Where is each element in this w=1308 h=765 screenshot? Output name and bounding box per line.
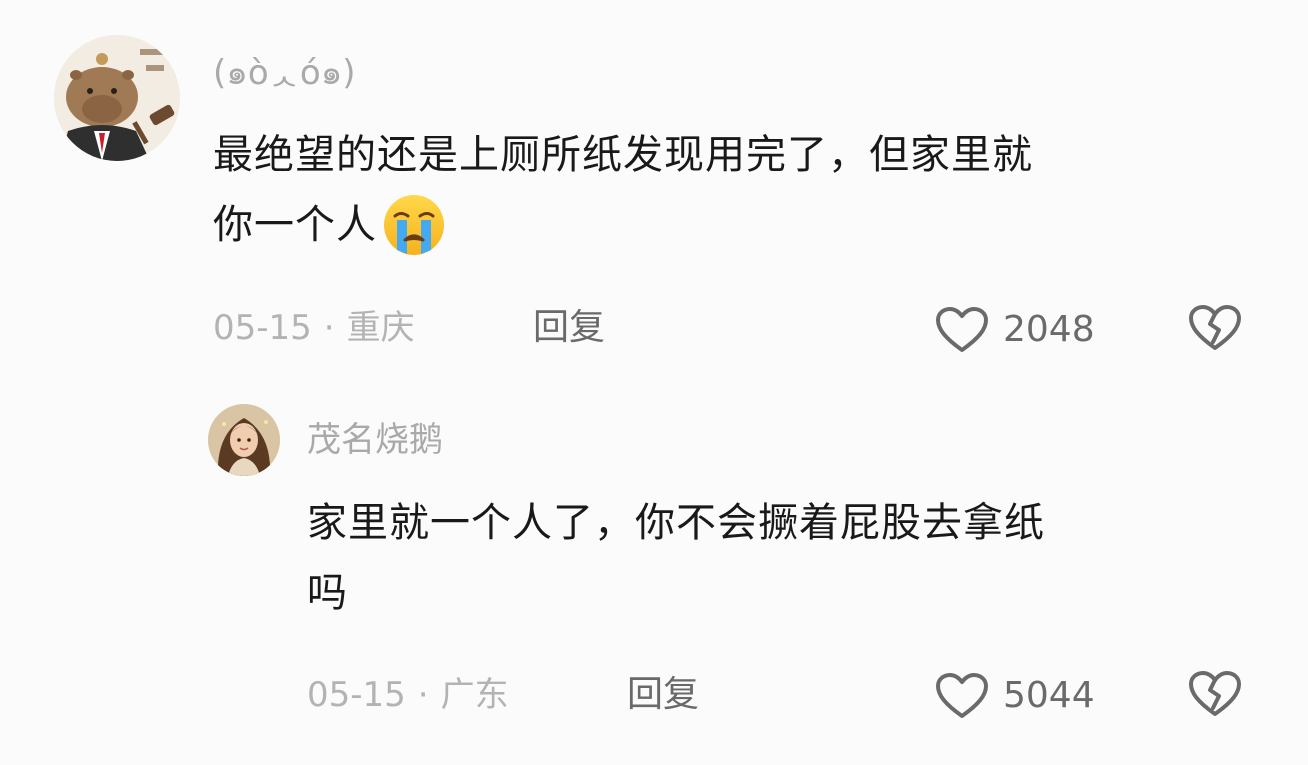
like-count: 2048 <box>1003 309 1095 350</box>
like-button[interactable]: 5044 <box>935 672 1095 720</box>
meta-separator: · <box>417 675 429 715</box>
reply-button[interactable]: 回复 <box>627 675 699 715</box>
broken-heart-icon <box>1189 305 1241 350</box>
comment-location: 重庆 <box>346 308 415 348</box>
heart-icon <box>936 307 988 352</box>
dislike-button[interactable] <box>1188 670 1242 718</box>
avatar[interactable] <box>208 404 280 476</box>
reply-button[interactable]: 回复 <box>533 308 605 348</box>
like-button[interactable]: 2048 <box>935 306 1095 354</box>
dislike-button[interactable] <box>1188 304 1242 352</box>
comment-meta: 05-15 · 重庆 <box>213 308 415 348</box>
comment-text: 最绝望的还是上厕所纸发现用完了，但家里就 你一个人 <box>213 120 1273 260</box>
heart-icon <box>936 673 988 718</box>
capybara-judge-avatar-icon <box>54 35 180 161</box>
comment-text-line: 家里就一个人了，你不会撅着屁股去拿纸 <box>307 500 1045 546</box>
username[interactable]: 茂名烧鹅 <box>307 420 443 460</box>
comment-text: 家里就一个人了，你不会撅着屁股去拿纸 吗 <box>307 488 1287 628</box>
comment-date: 05-15 <box>213 308 312 348</box>
comment-location: 广东 <box>440 675 509 715</box>
meta-separator: · <box>323 308 335 348</box>
avatar[interactable] <box>54 35 180 161</box>
username[interactable]: (๑òᆺó๑) <box>213 53 356 93</box>
comment-text-line: 你一个人 <box>213 202 377 248</box>
girl-portrait-avatar-icon <box>208 404 280 476</box>
comment-text-line: 吗 <box>307 570 348 616</box>
comment-text-line: 最绝望的还是上厕所纸发现用完了，但家里就 <box>213 132 1033 178</box>
crying-face-icon <box>384 195 444 255</box>
comment-date: 05-15 <box>307 675 406 715</box>
comment-meta: 05-15 · 广东 <box>307 675 509 715</box>
broken-heart-icon <box>1189 671 1241 716</box>
like-count: 5044 <box>1003 675 1095 716</box>
